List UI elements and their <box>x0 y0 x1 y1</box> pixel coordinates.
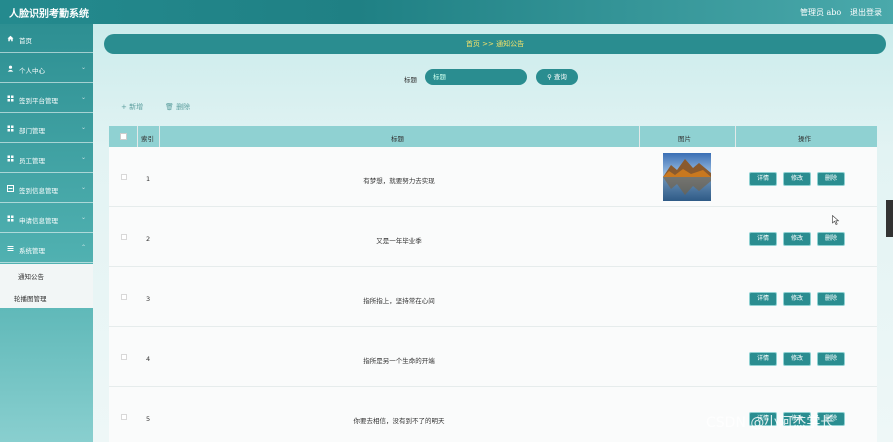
sidebar-item-system[interactable]: 系统管理 ⌃ <box>0 234 93 263</box>
detail-button[interactable]: 详情 <box>749 292 777 306</box>
row-checkbox[interactable] <box>121 174 127 180</box>
system-submenu: 通知公告 轮播图管理 <box>0 264 93 308</box>
sidebar-item-application-info[interactable]: 申请信息管理 ⌄ <box>0 204 93 233</box>
sidebar-item-personal-center[interactable]: 个人中心 ⌄ <box>0 54 93 83</box>
row-title: 又是一年毕业季 <box>376 237 422 245</box>
logout-link[interactable]: 退出登录 <box>850 7 882 18</box>
sidebar-item-checkin-info[interactable]: 签到信息管理 ⌄ <box>0 174 93 203</box>
search-label: 标题 <box>404 76 417 84</box>
detail-button[interactable]: 详情 <box>749 172 777 186</box>
chevron-down-icon: ⌄ <box>80 154 86 161</box>
grid-icon <box>7 95 14 102</box>
row-index: 3 <box>146 295 151 303</box>
mouse-cursor-icon <box>832 215 840 225</box>
grid-icon <box>7 215 14 222</box>
delete-row-button[interactable]: 删除 <box>817 172 845 186</box>
row-index: 4 <box>146 355 151 363</box>
submenu-item-notices[interactable]: 通知公告 <box>18 271 44 281</box>
user-icon <box>7 65 14 72</box>
row-title: 指所指上，坚持常在心间 <box>363 297 435 305</box>
top-bar: 人脸识别考勤系统 管理员 abo 退出登录 <box>0 0 893 24</box>
edit-button[interactable]: 修改 <box>783 352 811 366</box>
row-thumbnail-image <box>663 153 711 201</box>
notice-table: 索引 标题 图片 操作 1 有梦想，就要努力去实现 详情 修改 删除 2 又是一… <box>109 126 877 442</box>
chevron-down-icon: ⌄ <box>80 94 86 101</box>
table-row: 2 又是一年毕业季 详情 修改 删除 <box>109 207 877 267</box>
column-header-index: 索引 <box>141 135 154 143</box>
breadcrumb-separator: >> <box>482 40 494 48</box>
detail-button[interactable]: 详情 <box>749 232 777 246</box>
sidebar-item-label: 签到平台管理 <box>19 97 58 105</box>
app-title: 人脸识别考勤系统 <box>9 9 89 20</box>
chevron-down-icon: ⌄ <box>80 124 86 131</box>
admin-label[interactable]: 管理员 abo <box>800 7 841 18</box>
side-scroll-tab[interactable] <box>886 200 893 237</box>
row-checkbox[interactable] <box>121 414 127 420</box>
delete-row-button[interactable]: 删除 <box>817 352 845 366</box>
sidebar-item-label: 系统管理 <box>19 247 45 255</box>
select-all-checkbox[interactable] <box>120 133 127 140</box>
sidebar: 首页 个人中心 ⌄ 签到平台管理 ⌄ 部门管理 ⌄ 员工管理 ⌄ 签到信息管理 … <box>0 24 93 442</box>
grid-icon <box>7 125 14 132</box>
sidebar-item-label: 部门管理 <box>19 127 45 135</box>
table-header: 索引 标题 图片 操作 <box>109 126 877 147</box>
row-index: 1 <box>146 175 151 183</box>
sidebar-item-employee[interactable]: 员工管理 ⌄ <box>0 144 93 173</box>
delete-button[interactable]: 🗑 删除 <box>165 102 190 112</box>
sidebar-item-label: 签到信息管理 <box>19 187 58 195</box>
search-input[interactable]: 标题 <box>425 69 527 85</box>
home-icon <box>7 35 14 42</box>
row-checkbox[interactable] <box>121 354 127 360</box>
edit-button[interactable]: 修改 <box>783 172 811 186</box>
search-button-label: 查询 <box>553 73 567 81</box>
sidebar-item-department[interactable]: 部门管理 ⌄ <box>0 114 93 143</box>
row-checkbox[interactable] <box>121 294 127 300</box>
edit-button[interactable]: 修改 <box>783 232 811 246</box>
chevron-up-icon: ⌃ <box>80 244 86 251</box>
chevron-down-icon: ⌄ <box>80 214 86 221</box>
detail-button[interactable]: 详情 <box>749 352 777 366</box>
search-icon: ⚲ <box>547 73 552 81</box>
add-button-label: 新增 <box>129 103 144 111</box>
grid-icon <box>7 185 14 192</box>
column-header-title: 标题 <box>391 135 404 143</box>
watermark: CSDN @小阿杰学长 <box>706 415 835 431</box>
row-title: 你要去相信，没有到不了的明天 <box>353 417 445 425</box>
sidebar-item-label: 员工管理 <box>19 157 45 165</box>
row-index: 5 <box>146 415 151 423</box>
table-row: 1 有梦想，就要努力去实现 详情 修改 删除 <box>109 147 877 207</box>
trash-icon: 🗑 <box>165 103 174 111</box>
table-row: 3 指所指上，坚持常在心间 详情 修改 删除 <box>109 267 877 327</box>
table-row: 4 指所是另一个生命的开端 详情 修改 删除 <box>109 327 877 387</box>
sidebar-item-label: 个人中心 <box>19 67 45 75</box>
sidebar-item-label: 申请信息管理 <box>19 217 58 225</box>
chevron-down-icon: ⌄ <box>80 184 86 191</box>
row-title: 有梦想，就要努力去实现 <box>363 177 435 185</box>
row-index: 2 <box>146 235 151 243</box>
menu-icon <box>7 245 14 252</box>
row-checkbox[interactable] <box>121 234 127 240</box>
grid-icon <box>7 155 14 162</box>
row-title: 指所是另一个生命的开端 <box>363 357 435 365</box>
sidebar-item-checkin-platform[interactable]: 签到平台管理 ⌄ <box>0 84 93 113</box>
column-header-actions: 操作 <box>798 135 811 143</box>
delete-row-button[interactable]: 删除 <box>817 292 845 306</box>
main-content: 首页 >> 通知公告 标题 标题 ⚲ 查询 + 新增 🗑 删除 索引 标题 图片… <box>93 24 893 442</box>
delete-button-label: 删除 <box>176 103 191 111</box>
sidebar-item-label: 首页 <box>19 37 32 45</box>
chevron-down-icon: ⌄ <box>80 64 86 71</box>
sidebar-item-home[interactable]: 首页 <box>0 24 93 53</box>
breadcrumb-home[interactable]: 首页 <box>466 40 480 48</box>
delete-row-button[interactable]: 删除 <box>817 232 845 246</box>
plus-icon: + <box>121 103 127 111</box>
breadcrumb-current: 通知公告 <box>496 40 525 48</box>
breadcrumb: 首页 >> 通知公告 <box>104 34 886 54</box>
edit-button[interactable]: 修改 <box>783 292 811 306</box>
column-header-image: 图片 <box>678 135 691 143</box>
submenu-item-carousel[interactable]: 轮播图管理 <box>14 293 47 303</box>
search-button[interactable]: ⚲ 查询 <box>536 69 578 85</box>
add-button[interactable]: + 新增 <box>121 102 143 112</box>
